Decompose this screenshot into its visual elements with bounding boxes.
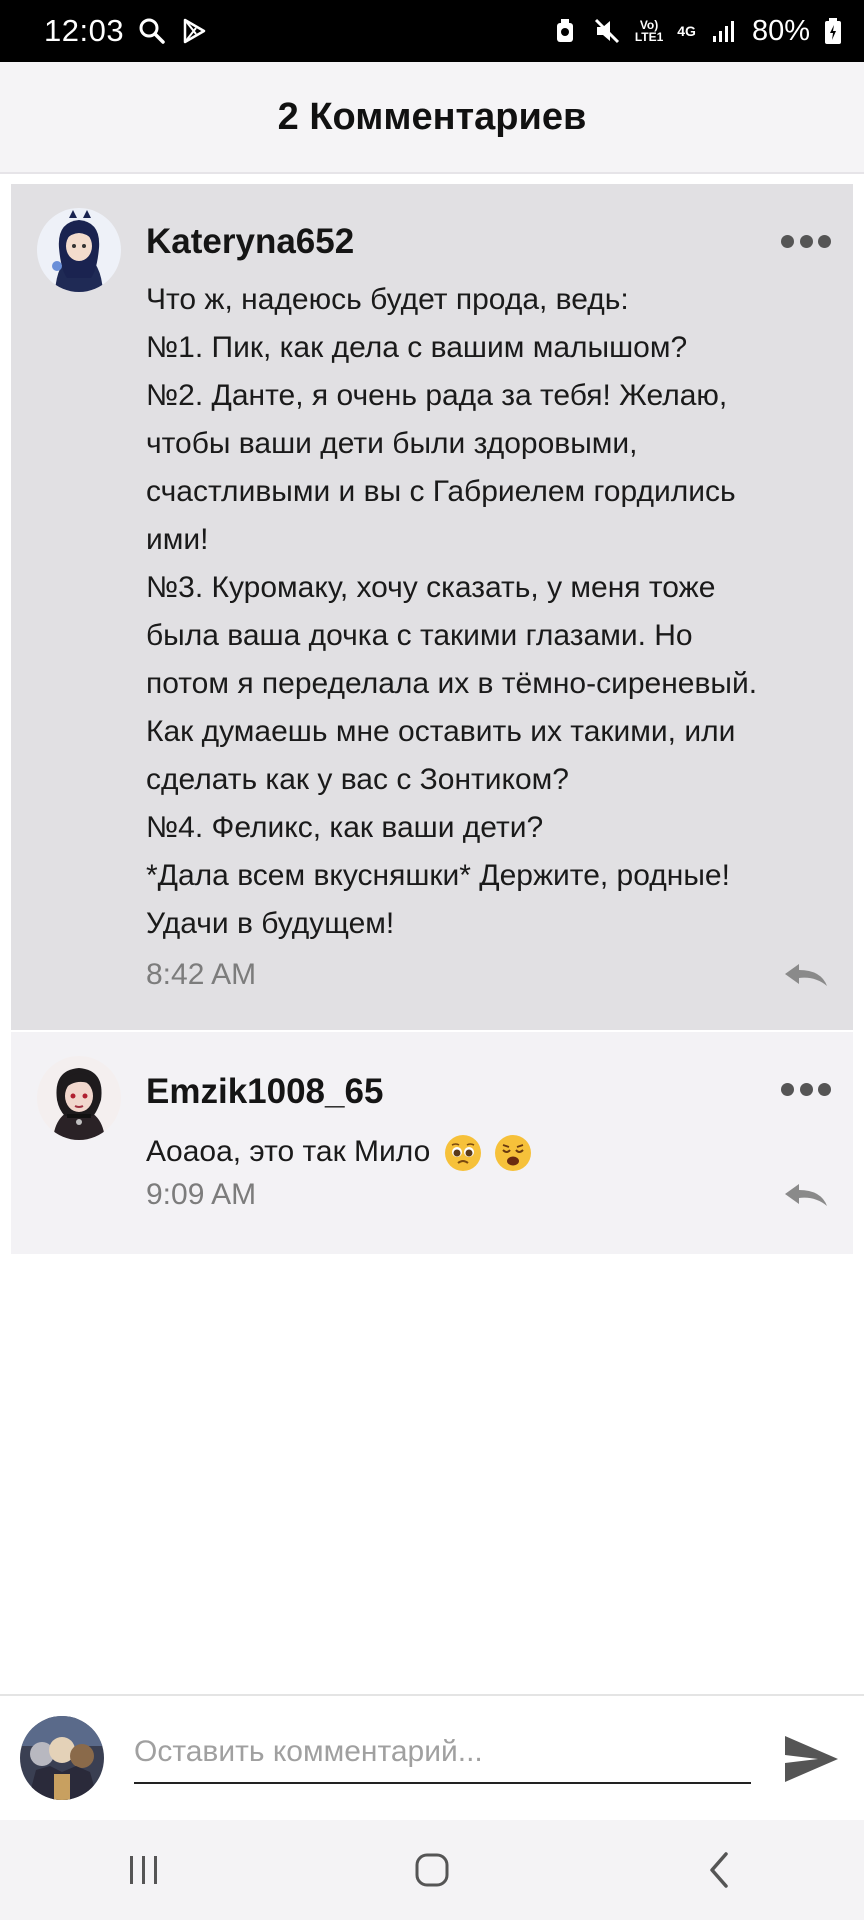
- avatar[interactable]: [37, 1056, 121, 1140]
- comment-line: сделать как у вас с Зонтиком?: [146, 763, 569, 796]
- comment-timestamp: 9:09 AM: [146, 1178, 257, 1211]
- comment-username[interactable]: Kateryna652: [146, 222, 354, 262]
- dot: [818, 1082, 831, 1096]
- comment-item[interactable]: Kateryna652 Что ж, надеюсь будет прода, …: [11, 184, 853, 1030]
- comment-timestamp: 8:42 AM: [146, 958, 257, 991]
- comment-line: чтобы ваши дети были здоровыми,: [146, 427, 638, 460]
- comment-line: Что ж, надеюсь будет прода, ведь:: [146, 283, 629, 316]
- comment-input[interactable]: [134, 1722, 751, 1784]
- avatar[interactable]: [37, 208, 121, 292]
- comment-username[interactable]: Emzik1008_65: [146, 1072, 383, 1112]
- battery-icon: [824, 17, 842, 45]
- reply-icon[interactable]: [783, 960, 829, 990]
- comment-item[interactable]: Emzik1008_65 Аоаоа, это так Мило 9:09 AM: [11, 1032, 853, 1254]
- weary-face-emoji: [495, 1135, 531, 1172]
- comment-line: Удачи в будущем!: [146, 907, 395, 940]
- comment-line: №4. Феликс, как ваши дети?: [146, 811, 544, 844]
- comment-text: Аоаоа, это так Мило: [146, 1128, 836, 1176]
- reply-icon[interactable]: [783, 1180, 829, 1210]
- dot: [818, 234, 831, 248]
- dot: [781, 234, 794, 248]
- comment-line: №2. Данте, я очень рада за тебя! Желаю,: [146, 379, 728, 412]
- comment-line: ими!: [146, 523, 209, 556]
- search-icon: [138, 17, 166, 45]
- status-time: 12:03: [44, 13, 125, 48]
- comments-header: 2 Комментариев: [0, 62, 864, 174]
- avatar[interactable]: [20, 1716, 104, 1800]
- back-icon[interactable]: [690, 1840, 750, 1900]
- recents-icon[interactable]: [114, 1840, 174, 1900]
- battery-percent: 80%: [751, 14, 810, 47]
- network-indicator: Vo) LTE1: [635, 19, 663, 43]
- comment-line: счастливыми и вы с Габриелем гордились: [146, 475, 736, 508]
- page-title: 2 Комментариев: [277, 95, 587, 138]
- comment-line: Аоаоа, это так Мило: [146, 1135, 431, 1168]
- comment-line: потом я переделала их в тёмно-сиреневый.: [146, 667, 758, 700]
- signal-icon: [710, 17, 738, 45]
- network-type: 4G: [677, 23, 696, 39]
- dot: [799, 234, 813, 248]
- more-options-button[interactable]: [781, 1074, 831, 1104]
- comment-text: Что ж, надеюсь будет прода, ведь: №1. Пи…: [146, 276, 836, 948]
- alarm-icon: [551, 17, 579, 45]
- comment-line: №3. Куромаку, хочу сказать, у меня тоже: [146, 571, 716, 604]
- comment-line: была ваша дочка с такими глазами. Но: [146, 619, 693, 652]
- dot: [799, 1082, 813, 1096]
- comment-line: Как думаешь мне оставить их такими, или: [146, 715, 736, 748]
- comment-line: №1. Пик, как дела с вашим малышом?: [146, 331, 688, 364]
- play-store-icon: [180, 17, 208, 45]
- more-options-button[interactable]: [781, 226, 831, 256]
- pleading-face-emoji: [444, 1135, 481, 1172]
- comment-input-bar: [0, 1694, 864, 1820]
- system-nav-bar: [0, 1820, 864, 1920]
- status-left: 12:03: [44, 13, 208, 49]
- network-lte: LTE1: [634, 30, 664, 44]
- send-icon[interactable]: [782, 1730, 840, 1788]
- mute-icon: [593, 17, 621, 45]
- comment-line: *Дала всем вкусняшки* Держите, родные!: [146, 859, 730, 892]
- dot: [781, 1082, 794, 1096]
- status-right: Vo) LTE1 4G 80%: [551, 15, 842, 48]
- home-icon[interactable]: [402, 1840, 462, 1900]
- status-bar: 12:03 Vo) LTE1 4G 80%: [0, 0, 864, 62]
